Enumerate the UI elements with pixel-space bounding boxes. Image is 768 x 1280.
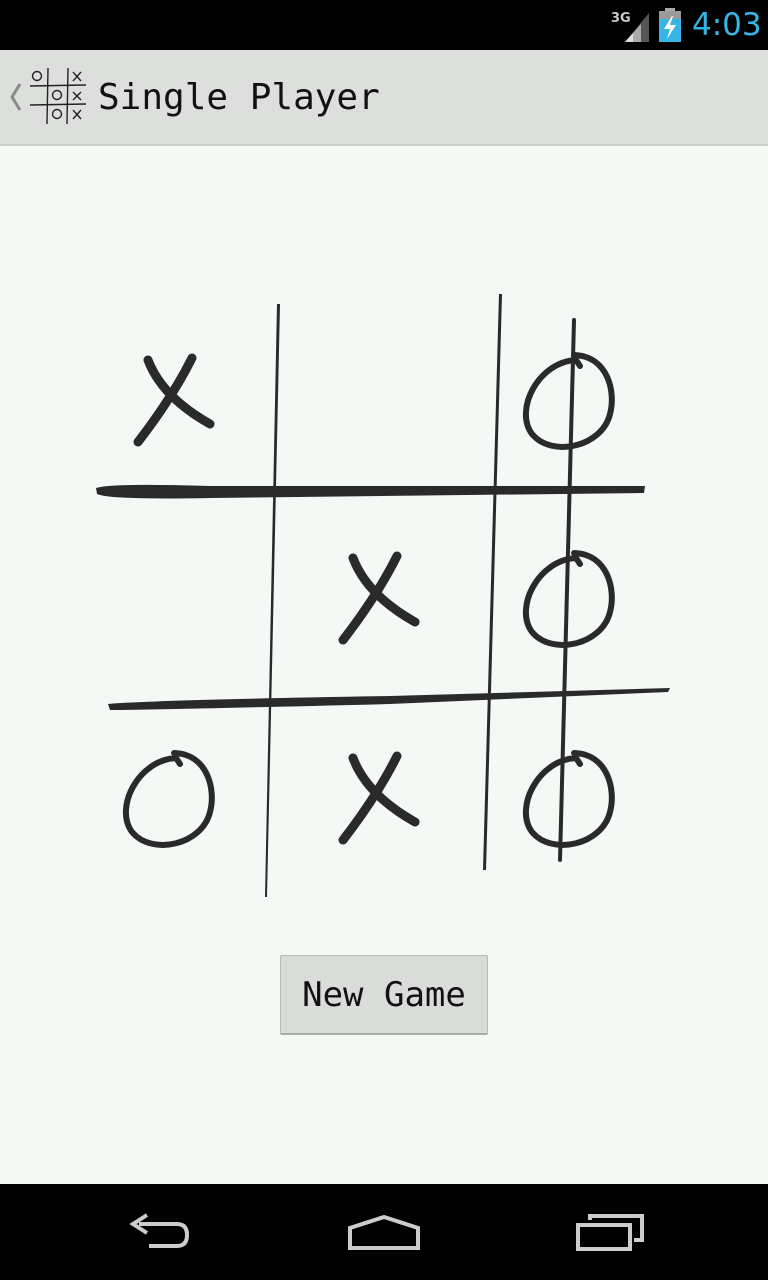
home-button[interactable]: [324, 1184, 444, 1280]
board-cell-1-1[interactable]: [90, 307, 258, 497]
board-cell-2-1[interactable]: [90, 505, 258, 695]
action-bar: Single Player: [0, 50, 768, 146]
status-bar: 3G 4:03: [0, 0, 768, 50]
tic-tac-toe-icon[interactable]: [28, 66, 88, 126]
board-cell-3-2[interactable]: [283, 705, 463, 895]
recent-apps-icon: [576, 1214, 644, 1251]
board-cell-2-2[interactable]: [283, 505, 463, 695]
page-title: Single Player: [98, 77, 380, 118]
battery-charging-icon: [659, 8, 681, 42]
board-cell-3-1[interactable]: [90, 705, 258, 895]
board-cell-1-2[interactable]: [283, 307, 463, 497]
recent-apps-button[interactable]: [550, 1184, 670, 1280]
home-icon: [348, 1214, 420, 1250]
navigation-bar: [0, 1184, 768, 1280]
game-board[interactable]: [90, 290, 680, 905]
board-cell-1-3[interactable]: [478, 307, 658, 497]
status-clock: 4:03: [692, 7, 762, 43]
signal-icon: 3G: [611, 11, 649, 42]
back-button[interactable]: [100, 1184, 220, 1280]
network-type-label: 3G: [611, 11, 631, 26]
board-svg: [90, 294, 670, 897]
board-cell-3-3[interactable]: [478, 705, 658, 895]
back-caret-icon[interactable]: [6, 80, 24, 114]
back-icon: [129, 1213, 190, 1248]
new-game-button[interactable]: New Game: [280, 955, 488, 1035]
